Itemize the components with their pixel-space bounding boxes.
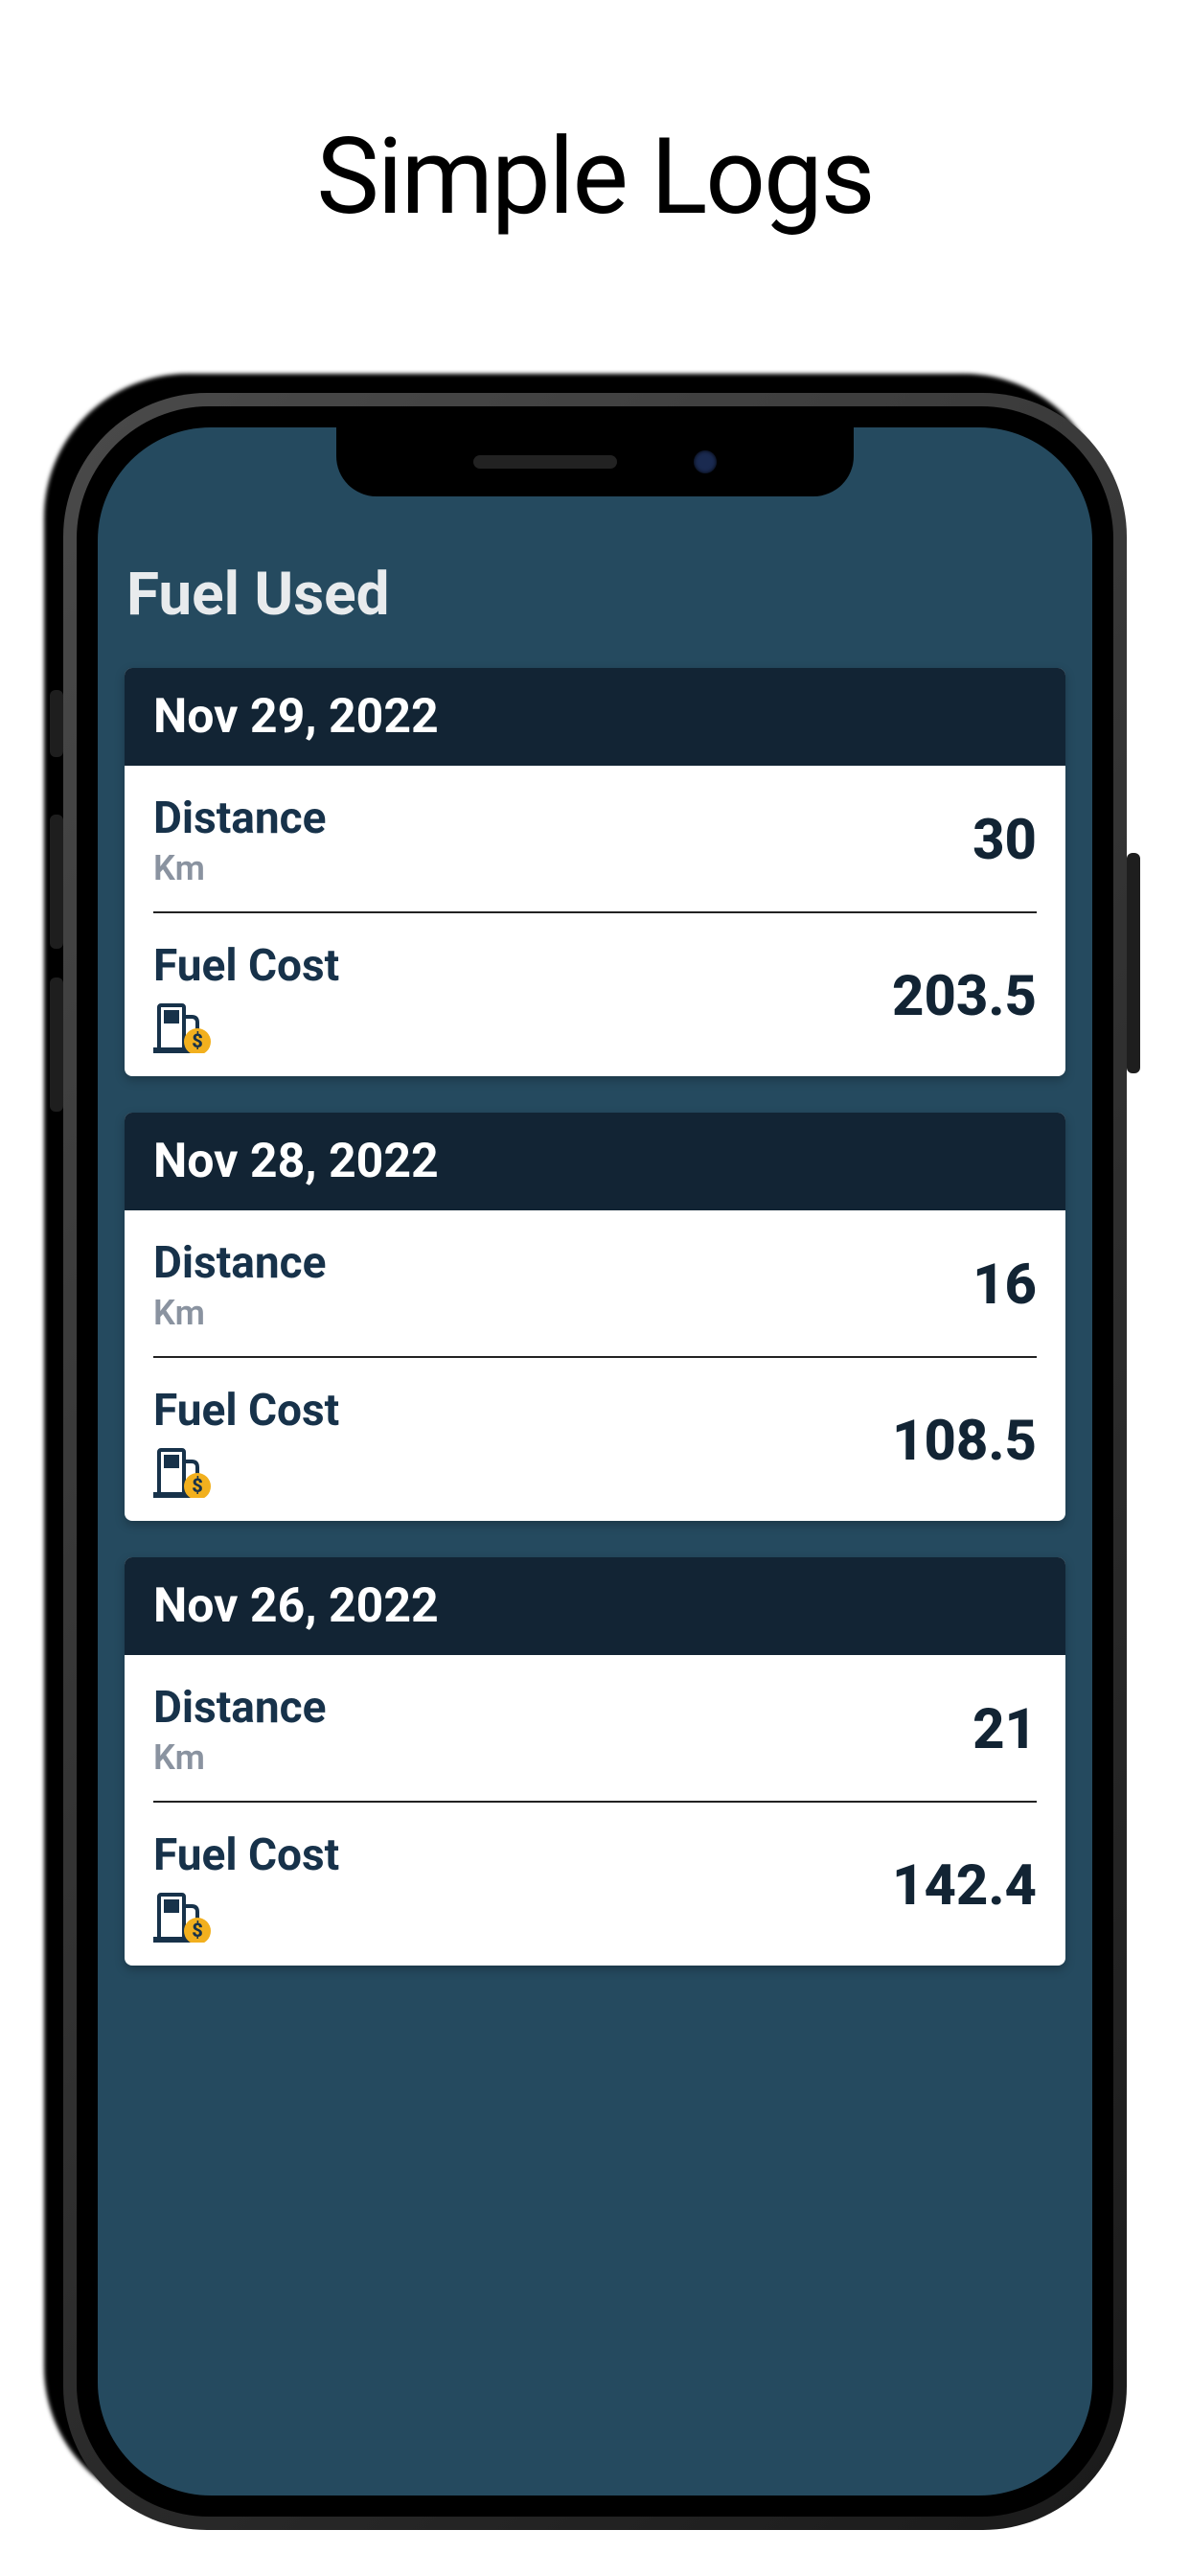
phone-screen: Fuel Used Nov 29, 2022 Distance Km [98, 427, 1092, 2496]
distance-unit: Km [153, 1737, 326, 1778]
fuel-cost-value: 203.5 [892, 964, 1037, 1029]
distance-value: 21 [973, 1697, 1037, 1762]
volume-up-button [50, 815, 63, 949]
distance-row: Distance Km 21 [153, 1655, 1037, 1801]
distance-value: 30 [973, 808, 1037, 873]
log-date: Nov 26, 2022 [125, 1557, 1065, 1655]
log-list[interactable]: Nov 29, 2022 Distance Km 30 [98, 668, 1092, 1966]
fuel-cost-label: Fuel Cost [153, 1829, 339, 1881]
fuel-cost-label: Fuel Cost [153, 1385, 339, 1437]
distance-unit: Km [153, 1293, 326, 1333]
svg-text:$: $ [192, 1919, 203, 1942]
fuel-pump-cost-icon: $ [153, 1891, 220, 1943]
power-button [1127, 853, 1140, 1073]
log-card[interactable]: Nov 28, 2022 Distance Km 16 [125, 1113, 1065, 1521]
phone-mockup: Fuel Used Nov 29, 2022 Distance Km [63, 393, 1127, 2530]
distance-row: Distance Km 16 [153, 1210, 1037, 1356]
fuel-cost-row: Fuel Cost [153, 1356, 1037, 1521]
distance-label: Distance [153, 793, 326, 844]
fuel-cost-value: 142.4 [892, 1853, 1037, 1919]
silence-switch [50, 690, 63, 757]
distance-unit: Km [153, 848, 326, 888]
svg-text:$: $ [192, 1029, 203, 1052]
fuel-cost-row: Fuel Cost [153, 1801, 1037, 1966]
distance-row: Distance Km 30 [153, 766, 1037, 911]
screen-title: Fuel Used [98, 542, 1092, 668]
volume-down-button [50, 978, 63, 1112]
distance-label: Distance [153, 1237, 326, 1289]
fuel-cost-value: 108.5 [892, 1409, 1037, 1474]
log-date: Nov 28, 2022 [125, 1113, 1065, 1210]
app-root: Fuel Used Nov 29, 2022 Distance Km [98, 427, 1092, 2496]
distance-value: 16 [973, 1253, 1037, 1318]
log-card[interactable]: Nov 29, 2022 Distance Km 30 [125, 668, 1065, 1076]
phone-notch [336, 427, 854, 496]
log-card[interactable]: Nov 26, 2022 Distance Km 21 [125, 1557, 1065, 1966]
marketing-title: Simple Logs [0, 0, 1190, 239]
distance-label: Distance [153, 1682, 326, 1734]
log-date: Nov 29, 2022 [125, 668, 1065, 766]
fuel-pump-cost-icon: $ [153, 1001, 220, 1053]
fuel-pump-cost-icon: $ [153, 1446, 220, 1498]
fuel-cost-row: Fuel Cost [153, 911, 1037, 1076]
fuel-cost-label: Fuel Cost [153, 940, 339, 992]
svg-text:$: $ [192, 1474, 203, 1497]
